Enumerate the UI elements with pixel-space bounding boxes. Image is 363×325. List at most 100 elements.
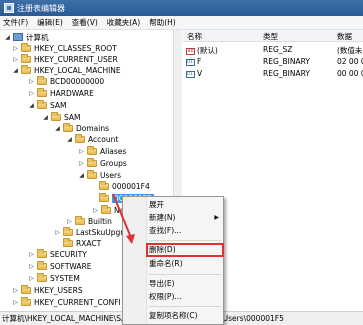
tree-node-domains[interactable]: ◢ Domains: [54, 122, 109, 133]
tree-node-label: SAM: [50, 100, 67, 110]
tree-node-security[interactable]: ▷ SECURITY: [28, 248, 87, 259]
tree-node-account[interactable]: ◢ Account: [66, 133, 119, 144]
expand-icon[interactable]: ▷: [66, 218, 73, 225]
folder-icon: [21, 296, 31, 306]
menu-item-new[interactable]: 新建(N) ▶: [147, 212, 223, 224]
value-type: REG_SZ: [263, 45, 293, 54]
tree-node-sam[interactable]: ◢ SAM: [28, 99, 67, 110]
tree-node-label: HKEY_CURRENT_CONFI: [34, 297, 121, 307]
menu-file[interactable]: 文件(F): [3, 17, 28, 28]
menu-item-copy-key-name[interactable]: 复制项名称(C): [147, 310, 223, 322]
tree-node-builtin[interactable]: ▷ Builtin: [66, 215, 112, 226]
collapse-icon[interactable]: ◢: [78, 172, 85, 179]
tree-node-000001f4[interactable]: 000001F4: [99, 180, 150, 191]
folder-icon: [87, 169, 97, 179]
folder-open-icon: [99, 192, 109, 202]
tree-node-hku[interactable]: ▷ HKEY_USERS: [12, 284, 83, 295]
tree-node-sam-inner[interactable]: ◢ SAM: [42, 111, 81, 122]
tree-node-label: HKEY_LOCAL_MACHINE: [34, 65, 121, 75]
tree-node-hkcc[interactable]: ▷ HKEY_CURRENT_CONFI: [12, 296, 121, 307]
column-header-data[interactable]: 数据: [337, 31, 352, 42]
collapse-icon[interactable]: ◢: [54, 125, 61, 132]
value-data: 02 00 0: [337, 57, 363, 66]
menu-item-rename[interactable]: 重命名(R): [147, 258, 223, 270]
tree-node-computer[interactable]: ◢ 计算机: [4, 32, 48, 42]
registry-editor-icon: [4, 3, 14, 13]
menu-edit[interactable]: 编辑(E): [37, 17, 63, 28]
folder-icon: [37, 99, 47, 109]
menu-bar: 文件(F) 编辑(E) 查看(V) 收藏夹(A) 帮助(H): [0, 16, 363, 30]
tree-node-groups[interactable]: ▷ Groups: [78, 157, 127, 168]
folder-icon: [87, 145, 97, 155]
folder-icon: [63, 122, 73, 132]
value-name: V: [197, 69, 203, 78]
string-value-icon: ab: [186, 47, 195, 55]
menu-item-export[interactable]: 导出(E): [147, 278, 223, 290]
tree-node-rxact[interactable]: RXACT: [63, 237, 102, 248]
tree-node-label: Account: [88, 134, 119, 144]
collapse-icon[interactable]: ◢: [12, 67, 19, 74]
folder-icon: [21, 64, 31, 74]
tree-node-label: SECURITY: [50, 249, 87, 259]
expand-icon[interactable]: ▷: [12, 56, 19, 63]
menu-help[interactable]: 帮助(H): [149, 17, 176, 28]
menu-item-expand[interactable]: 展开: [147, 199, 223, 211]
expand-icon[interactable]: ▷: [28, 90, 35, 97]
tree-node-software[interactable]: ▷ SOFTWARE: [28, 260, 92, 271]
menu-item-delete[interactable]: 删除(D): [146, 243, 224, 257]
tree-node-label: HKEY_CLASSES_ROOT: [34, 43, 117, 53]
tree-node-label: BCD00000000: [50, 76, 105, 86]
folder-icon: [21, 53, 31, 63]
collapse-icon[interactable]: ◢: [42, 114, 49, 121]
tree-node-users[interactable]: ◢ Users: [78, 169, 122, 180]
tree-node-label: SYSTEM: [50, 273, 80, 283]
value-row[interactable]: 011F REG_BINARY 02 00 0: [183, 57, 363, 67]
value-row[interactable]: ab (默认) REG_SZ (数值未: [183, 45, 363, 55]
menu-item-permissions[interactable]: 权限(P)...: [147, 291, 223, 303]
binary-value-icon: 011: [186, 58, 196, 66]
folder-icon: [101, 204, 111, 214]
title-bar: 注册表编辑器: [0, 0, 363, 16]
folder-icon: [37, 248, 47, 258]
value-data: 00 00 00: [337, 69, 363, 78]
expand-icon[interactable]: ▷: [28, 275, 35, 282]
expand-icon[interactable]: ▷: [92, 207, 99, 214]
tree-node-hardware[interactable]: ▷ HARDWARE: [28, 87, 94, 98]
menu-view[interactable]: 查看(V): [72, 17, 98, 28]
expand-icon[interactable]: ▷: [78, 148, 85, 155]
menu-favorites[interactable]: 收藏夹(A): [107, 17, 140, 28]
tree-node-label: RXACT: [76, 238, 102, 248]
expand-icon[interactable]: ▷: [12, 299, 19, 306]
expand-icon[interactable]: ▷: [28, 263, 35, 270]
expand-icon[interactable]: ▷: [28, 251, 35, 258]
menu-item-find[interactable]: 查找(F)...: [147, 225, 223, 237]
tree-node-hkcr[interactable]: ▷ HKEY_CLASSES_ROOT: [12, 42, 117, 53]
folder-icon: [37, 87, 47, 97]
tree-node-system[interactable]: ▷ SYSTEM: [28, 272, 80, 283]
expand-icon[interactable]: ▷: [12, 287, 19, 294]
folder-icon: [75, 215, 85, 225]
expand-icon[interactable]: ▷: [54, 229, 61, 236]
column-header-name[interactable]: 名称: [187, 31, 202, 42]
value-row[interactable]: 011V REG_BINARY 00 00 00: [183, 69, 363, 79]
tree-node-label: Groups: [100, 158, 127, 168]
expand-icon[interactable]: ▷: [12, 45, 19, 52]
computer-icon: [13, 33, 23, 41]
column-header-type[interactable]: 类型: [263, 31, 278, 42]
collapse-icon[interactable]: ◢: [66, 136, 73, 143]
menu-separator: [149, 240, 221, 241]
menu-separator: [149, 306, 221, 307]
collapse-icon[interactable]: ◢: [4, 34, 11, 41]
collapse-icon[interactable]: ◢: [28, 102, 35, 109]
folder-icon: [87, 157, 97, 167]
tree-node-label: Users: [100, 170, 122, 180]
expand-icon[interactable]: ▷: [78, 160, 85, 167]
tree-node-bcd[interactable]: ▷ BCD00000000: [28, 75, 105, 86]
tree-node-hkcu[interactable]: ▷ HKEY_CURRENT_USER: [12, 53, 118, 64]
expand-icon[interactable]: ▷: [28, 78, 35, 85]
value-name: F: [197, 57, 202, 66]
tree-node-hklm[interactable]: ◢ HKEY_LOCAL_MACHINE: [12, 64, 121, 75]
tree-node-aliases[interactable]: ▷ Aliases: [78, 145, 126, 156]
tree-node-lastsku[interactable]: ▷ LastSkuUpgr: [54, 226, 123, 237]
tree-node-label: HKEY_CURRENT_USER: [34, 54, 118, 64]
